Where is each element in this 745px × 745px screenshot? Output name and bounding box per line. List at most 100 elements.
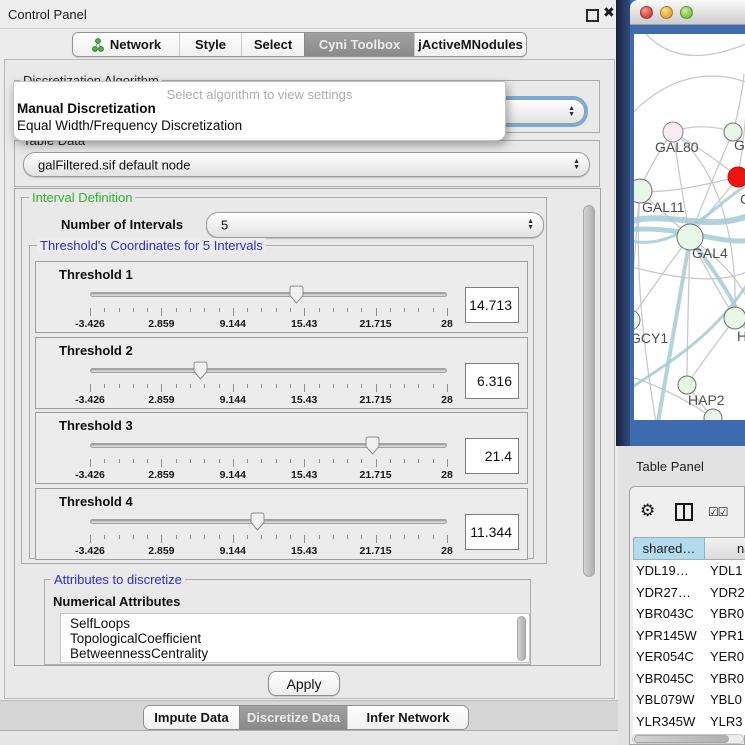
horizontal-scrollbar-thumb[interactable] — [634, 735, 729, 743]
attributes-group-title: Attributes to discretize — [51, 572, 185, 587]
cell-shared-name[interactable]: YBL079W — [633, 692, 705, 707]
tick-mark — [304, 384, 305, 392]
cell-shared-name[interactable]: YER054C — [633, 649, 705, 664]
close-traffic-light-icon[interactable] — [640, 6, 653, 19]
network-edge[interactable] — [634, 76, 745, 118]
network-node-h[interactable] — [724, 307, 745, 329]
horizontal-scrollbar[interactable] — [632, 734, 744, 744]
cell-name[interactable]: YDR2 — [705, 585, 745, 600]
tick-mark — [219, 384, 220, 388]
tab-network[interactable]: Network — [73, 33, 179, 56]
float-window-icon[interactable] — [586, 9, 599, 22]
column-header-name[interactable]: na — [705, 537, 745, 560]
cell-name[interactable]: YBL0 — [705, 692, 745, 707]
tick-mark — [347, 308, 348, 312]
split-columns-icon[interactable] — [674, 502, 694, 522]
checkbox-icons[interactable]: ☑☑ — [708, 505, 728, 519]
list-scrollbar[interactable] — [517, 616, 526, 661]
tick-mark — [161, 384, 162, 392]
tick-label: 9.144 — [220, 469, 246, 481]
cell-name[interactable]: YBR0 — [705, 671, 745, 686]
threshold-value-field[interactable]: 14.713 — [465, 287, 519, 323]
network-canvas[interactable]: GAL80GACGAL11GAL4GCY1HHAP2 — [634, 34, 745, 420]
cell-name[interactable]: YBR0 — [705, 606, 745, 621]
table-row[interactable]: YLR345WYLR3 — [633, 711, 745, 733]
threshold-value-field[interactable]: 11.344 — [465, 514, 519, 550]
threshold-value-field[interactable]: 21.4 — [465, 438, 519, 474]
tab-discretize-data[interactable]: Discretize Data — [239, 706, 347, 729]
tick-mark — [133, 459, 134, 463]
tab-cyni-toolbox[interactable]: Cyni Toolbox — [304, 33, 414, 56]
threshold-slider-thumb[interactable] — [193, 361, 208, 380]
cell-shared-name[interactable]: YDL19… — [633, 563, 705, 578]
cell-shared-name[interactable]: YBR045C — [633, 671, 705, 686]
cell-shared-name[interactable]: YDR27… — [633, 585, 705, 600]
tab-select[interactable]: Select — [241, 33, 304, 56]
network-edge[interactable] — [640, 177, 738, 192]
threshold-slider-thumb[interactable] — [365, 436, 380, 455]
tick-mark — [433, 308, 434, 312]
tick-mark — [233, 384, 234, 392]
num-intervals-combobox[interactable]: 5 ▲▼ — [206, 212, 544, 238]
threshold-slider-track[interactable] — [90, 519, 447, 524]
algorithm-option-manual-discretization[interactable]: Manual Discretization — [17, 101, 156, 116]
tab-style[interactable]: Style — [179, 33, 241, 56]
network-node-label: GCY1 — [634, 330, 668, 346]
column-header-shared-name[interactable]: shared… — [633, 537, 705, 560]
attribute-item-betweennesscentrality[interactable]: BetweennessCentrality — [70, 646, 208, 661]
table-row[interactable]: YBR045CYBR0 — [633, 668, 745, 690]
threshold-slider-track[interactable] — [90, 368, 447, 373]
vertical-scrollbar[interactable] — [583, 205, 595, 577]
stepper-arrows-icon: ▲▼ — [527, 219, 534, 231]
cell-shared-name[interactable]: YLR345W — [633, 714, 705, 729]
table-row[interactable]: YER054CYER0 — [633, 646, 745, 668]
threshold-panel-2: Threshold 2-3.4262.8599.14415.4321.71528… — [35, 337, 528, 409]
threshold-slider-track[interactable] — [90, 292, 447, 297]
gear-icon[interactable]: ⚙ — [640, 501, 655, 521]
cell-name[interactable]: YPR1 — [705, 628, 745, 643]
zoom-traffic-light-icon[interactable] — [680, 6, 693, 19]
tick-label: 2.859 — [148, 318, 174, 330]
cell-name[interactable]: YDL1 — [705, 563, 745, 578]
minimize-traffic-light-icon[interactable] — [660, 6, 673, 19]
table-row[interactable]: YDL19…YDL1 — [633, 560, 745, 582]
tab-infer-network[interactable]: Infer Network — [347, 706, 468, 729]
threshold-slider-track[interactable] — [90, 443, 447, 448]
table-row[interactable]: YDR27…YDR2 — [633, 582, 745, 604]
table-row[interactable]: YPR145WYPR1 — [633, 625, 745, 647]
threshold-slider-thumb[interactable] — [250, 512, 265, 531]
tick-mark — [176, 308, 177, 312]
tick-mark — [204, 384, 205, 388]
tab-jactivemnodules[interactable]: jActiveMNodules — [414, 33, 526, 56]
tick-mark — [276, 384, 277, 388]
network-node-c[interactable] — [728, 167, 745, 187]
network-edge-highlighted[interactable] — [634, 216, 745, 222]
algorithm-option-equal-width-frequency-discretization[interactable]: Equal Width/Frequency Discretization — [17, 118, 242, 133]
cell-shared-name[interactable]: YPR145W — [633, 628, 705, 643]
tick-mark — [104, 459, 105, 463]
network-node-label: HAP2 — [688, 392, 725, 408]
network-icon — [91, 38, 105, 52]
tab-impute-data[interactable]: Impute Data — [144, 706, 239, 729]
tick-mark — [390, 535, 391, 539]
close-icon[interactable]: ✖ — [603, 4, 615, 21]
cell-name[interactable]: YER0 — [705, 649, 745, 664]
apply-button[interactable]: Apply — [268, 671, 340, 696]
table-row[interactable]: YBL079WYBL0 — [633, 689, 745, 711]
tick-mark — [276, 459, 277, 463]
cell-shared-name[interactable]: YBR043C — [633, 606, 705, 621]
tick-mark — [147, 384, 148, 388]
network-edge[interactable] — [646, 34, 745, 56]
numerical-attributes-label: Numerical Attributes — [53, 594, 180, 609]
cell-name[interactable]: YLR3 — [705, 714, 745, 729]
network-window-titlebar[interactable] — [630, 0, 745, 25]
attribute-item-selfloops[interactable]: SelfLoops — [70, 616, 130, 631]
threshold-value-field[interactable]: 6.316 — [465, 363, 519, 399]
table-data-combobox[interactable]: galFiltered.sif default node ▲▼ — [23, 152, 590, 177]
threshold-slider-thumb[interactable] — [289, 285, 304, 304]
tick-mark — [276, 535, 277, 539]
attribute-item-topologicalcoefficient[interactable]: TopologicalCoefficient — [70, 631, 201, 646]
tick-mark — [319, 459, 320, 463]
table-row[interactable]: YBR043CYBR0 — [633, 603, 745, 625]
network-node-gcy1[interactable] — [634, 310, 640, 330]
